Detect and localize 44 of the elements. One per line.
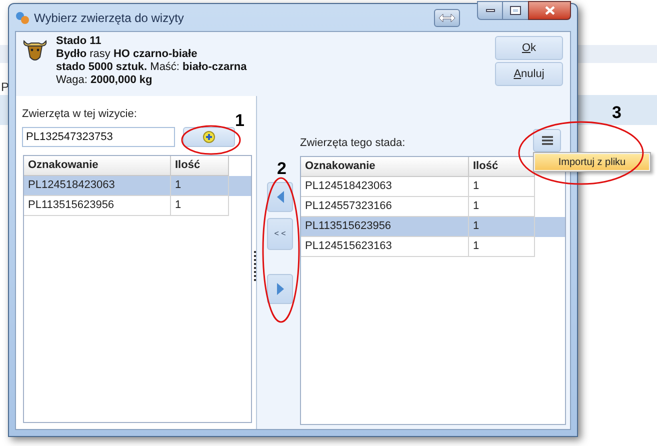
animal-id-input[interactable]: PL132547323753 (22, 126, 175, 146)
menu-button[interactable] (533, 129, 561, 152)
herd-name: Stado 11 (56, 35, 102, 48)
left-triangle-icon (276, 191, 284, 203)
herd-animals-label: Zwierzęta tego stada: (300, 136, 406, 150)
table-row[interactable]: PL113515623956 1 (301, 217, 565, 237)
table-row[interactable]: PL113515623956 1 (24, 196, 251, 216)
column-header[interactable]: Ilość (171, 156, 229, 176)
table-cell: 1 (469, 237, 535, 257)
weight-text: Waga: 2000,000 kg (56, 74, 154, 87)
table-cell: 1 (171, 196, 229, 216)
annotation-number: 3 (612, 104, 622, 121)
table-row[interactable]: PL124518423063 1 (24, 176, 251, 196)
plus-circle-icon (203, 130, 215, 142)
resize-button[interactable] (434, 8, 460, 26)
annotation-ellipse (181, 125, 241, 155)
ok-button[interactable]: Ok (495, 36, 563, 60)
maximize-button[interactable] (503, 1, 528, 20)
menu-icon (542, 136, 552, 145)
app-icon (15, 10, 29, 24)
column-header[interactable]: Ilość (469, 157, 535, 177)
add-button[interactable] (183, 126, 235, 146)
close-button[interactable] (528, 1, 571, 20)
column-header[interactable]: Oznakowanie (24, 156, 171, 176)
breed-text: Bydło rasy HO czarno-białe (56, 48, 198, 61)
visit-animals-label: Zwierzęta w tej wizycie: (22, 107, 137, 122)
menu-item[interactable]: Importuj z pliku (535, 154, 649, 170)
cow-head-icon (22, 37, 48, 63)
cancel-button[interactable]: Anuluj (495, 62, 563, 86)
column-header[interactable]: Oznakowanie (301, 157, 469, 177)
herd-size-text: stado 5000 sztuk. Maść: biało-czarna (56, 61, 247, 74)
annotation-number: 2 (277, 160, 286, 177)
table-cell: PL124515623163 (301, 237, 469, 257)
table-cell: PL113515623956 (24, 196, 171, 216)
annotation-number: 1 (235, 112, 244, 129)
move-left-button[interactable] (267, 182, 293, 212)
double-arrow-icon (439, 14, 455, 22)
window-title: Wybierz zwierzęta do wizyty (34, 10, 184, 26)
right-triangle-icon (276, 283, 284, 295)
move-right-button[interactable] (267, 274, 293, 304)
minimize-button[interactable] (477, 1, 503, 20)
move-all-left-button[interactable]: < < (267, 218, 293, 250)
background-text: P (1, 79, 10, 96)
close-icon (544, 6, 554, 15)
